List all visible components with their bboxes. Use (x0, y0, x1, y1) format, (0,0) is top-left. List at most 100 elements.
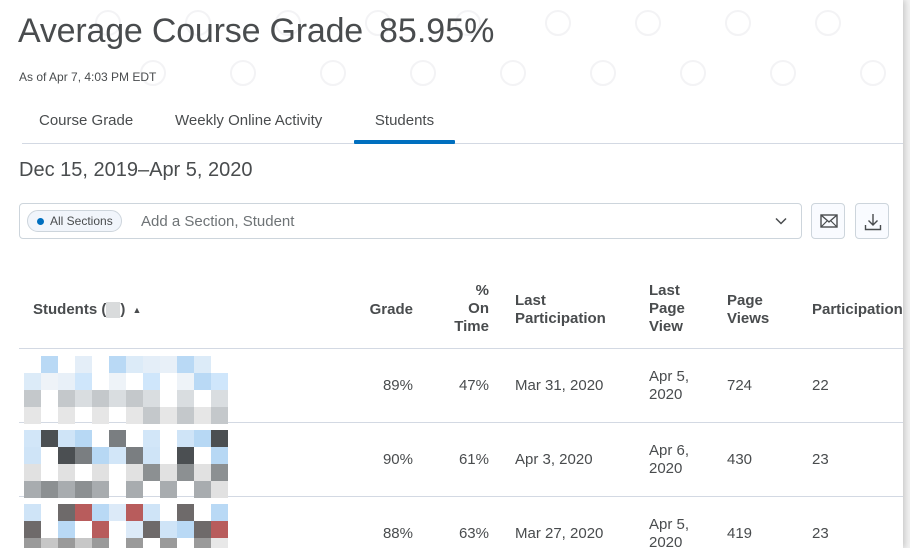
last-participation-header-line: Last (515, 292, 546, 309)
redacted-pixel (160, 481, 177, 498)
redacted-pixel (126, 407, 143, 424)
redacted-pixel (177, 356, 194, 373)
redacted-pixel (92, 504, 109, 521)
redacted-pixel (126, 538, 143, 548)
average-grade-value: 85.95% (379, 12, 495, 50)
redacted-pixel (143, 521, 160, 538)
cell-page-views: 430 (727, 451, 753, 468)
redacted-pixel (160, 464, 177, 481)
tab-bar: Course Grade Weekly Online Activity Stud… (22, 104, 903, 144)
redacted-pixel (92, 521, 109, 538)
tab-students[interactable]: Students (354, 104, 455, 144)
cell-on-time: 61% (458, 451, 489, 468)
redacted-pixel (24, 430, 41, 447)
tab-course-grade[interactable]: Course Grade (39, 104, 133, 144)
on-time-header-line: Time (454, 318, 489, 335)
cell-last-participation: Mar 31, 2020 (515, 377, 604, 394)
last-view-line: Apr 5, (649, 516, 690, 533)
redacted-pixel (109, 356, 126, 373)
redacted-pixel (194, 373, 211, 390)
section-student-filter[interactable]: All Sections Add a Section, Student (19, 203, 802, 239)
redacted-pixel (109, 430, 126, 447)
cell-last-page-view: Apr 6, 2020 (649, 442, 709, 478)
redacted-pixel (143, 447, 160, 464)
cell-participation: 23 (812, 525, 829, 542)
column-header-last-participation[interactable]: Last Participation (515, 292, 606, 328)
redacted-pixel (58, 430, 75, 447)
redacted-pixel (109, 504, 126, 521)
redacted-pixel (177, 390, 194, 407)
pattern-circle (230, 60, 256, 86)
redacted-pixel (194, 356, 211, 373)
redacted-pixel (24, 521, 41, 538)
redacted-pixel (194, 538, 211, 548)
redacted-pixel (41, 356, 58, 373)
email-button[interactable] (811, 203, 845, 239)
redacted-pixel (92, 464, 109, 481)
pattern-circle (635, 10, 661, 36)
page-views-header-line: Views (727, 310, 770, 327)
pattern-circle (725, 10, 751, 36)
redacted-pixel (143, 504, 160, 521)
redacted-pixel (75, 538, 92, 548)
redacted-pixel (143, 390, 160, 407)
pattern-circle (680, 60, 706, 86)
on-time-header-line: % (475, 282, 489, 299)
redacted-pixel (109, 447, 126, 464)
redacted-pixel (24, 447, 41, 464)
redacted-pixel (75, 504, 92, 521)
redacted-pixel (211, 390, 228, 407)
filter-search-input[interactable]: Add a Section, Student (141, 213, 294, 230)
column-header-participation[interactable]: Participation (812, 301, 903, 319)
tab-weekly-online-activity[interactable]: Weekly Online Activity (175, 104, 322, 144)
last-view-line: 2020 (649, 460, 683, 477)
pattern-circle (320, 60, 346, 86)
redacted-pixel (126, 481, 143, 498)
redacted-pixel (211, 538, 228, 548)
redacted-pixel (177, 373, 194, 390)
redacted-pixel (58, 504, 75, 521)
column-header-on-time[interactable]: % On Time (437, 282, 489, 336)
download-icon (864, 214, 882, 231)
cell-page-views: 724 (727, 377, 753, 394)
redacted-pixel (211, 481, 228, 498)
sort-ascending-icon: ▲ (132, 305, 142, 316)
column-header-page-views[interactable]: Page Views (727, 292, 769, 328)
download-button[interactable] (855, 203, 889, 239)
last-view-line: 2020 (649, 386, 683, 403)
last-page-view-header-line: View (649, 318, 683, 335)
cell-grade: 88% (382, 525, 413, 542)
redacted-pixel (58, 390, 75, 407)
redacted-pixel (194, 464, 211, 481)
redacted-pixel (211, 430, 228, 447)
redacted-pixel (75, 430, 92, 447)
redacted-pixel (75, 447, 92, 464)
column-header-students[interactable]: Students () ▲ (33, 301, 141, 319)
as-of-timestamp: As of Apr 7, 4:03 PM EDT (19, 70, 157, 84)
students-table: Students () ▲ Grade % On Time Last Parti… (19, 270, 903, 548)
student-count-redacted (106, 302, 121, 319)
pattern-circle (410, 60, 436, 86)
pattern-circle (815, 10, 841, 36)
column-header-last-page-view[interactable]: Last Page View (649, 282, 685, 336)
redacted-pixel (160, 407, 177, 424)
redacted-pixel (24, 390, 41, 407)
redacted-pixel (126, 447, 143, 464)
redacted-pixel (194, 430, 211, 447)
all-sections-chip[interactable]: All Sections (27, 210, 122, 232)
column-header-grade[interactable]: Grade (351, 301, 413, 319)
redacted-pixel (177, 407, 194, 424)
redacted-pixel (143, 373, 160, 390)
redacted-pixel (41, 538, 58, 548)
redacted-pixel (58, 521, 75, 538)
chip-label: All Sections (50, 214, 113, 228)
redacted-pixel (211, 521, 228, 538)
redacted-pixel (109, 373, 126, 390)
chevron-down-icon[interactable] (775, 215, 787, 227)
redacted-pixel (75, 373, 92, 390)
last-participation-header-line: Participation (515, 310, 606, 327)
cell-last-page-view: Apr 5, 2020 (649, 368, 709, 404)
redacted-pixel (75, 481, 92, 498)
active-tab-indicator (354, 140, 455, 144)
redacted-pixel (143, 407, 160, 424)
